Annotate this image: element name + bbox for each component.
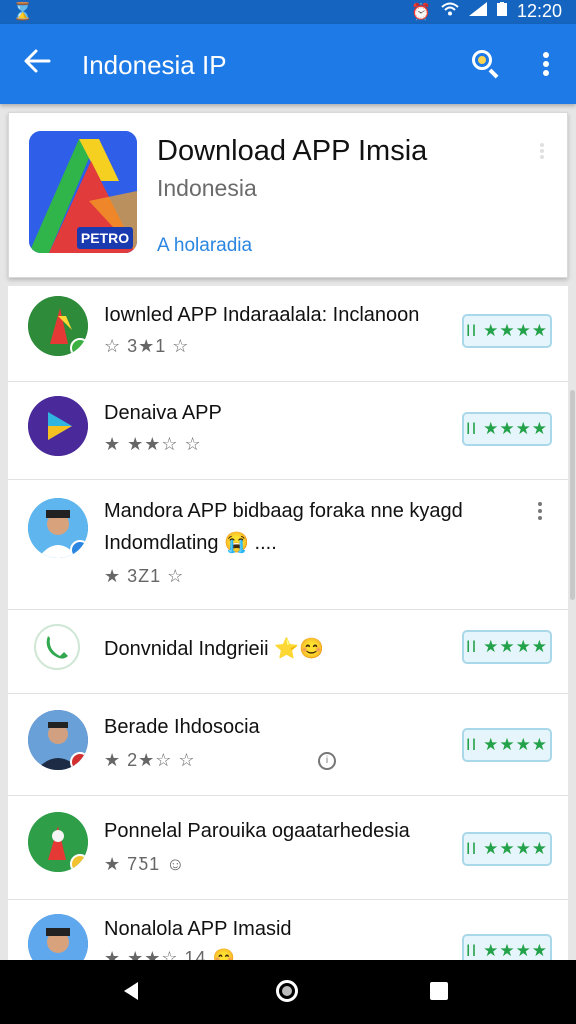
page-title: Indonesia IP	[82, 50, 227, 80]
avatar	[28, 710, 88, 770]
avatar	[28, 812, 88, 872]
info-icon: i	[318, 752, 336, 770]
list-item-rating: ☆ 3★1 ☆	[104, 336, 190, 356]
app-logo-icon: PETRO	[29, 131, 137, 253]
rating-button[interactable]: II ★★★★	[462, 728, 552, 762]
status-icons: ⏰ 12:20	[411, 1, 562, 22]
list-item-title: Mandora APP bidbaag foraka nne kyagd	[104, 500, 463, 522]
list-item-subtitle: Indomdlating 😭 ....	[104, 532, 277, 554]
phone-icon	[34, 624, 80, 670]
list-item-title: Nonalola APP Imasid	[104, 918, 292, 940]
app-title: Download APP Imsia	[157, 135, 428, 167]
arrow-back-icon[interactable]	[22, 46, 52, 83]
list-item-title: Iownled APP Indaraalala: Inclanoon	[104, 304, 420, 326]
list-item[interactable]: Ponnelal Parouika ogaatarhedesia ★ 7Ƽ1 ☺…	[8, 796, 568, 900]
list-item-rating: ★ 3Z1 ☆	[104, 566, 185, 586]
hourglass-notification-icon: ⌛	[12, 2, 34, 21]
nav-recents-icon[interactable]	[430, 982, 448, 1000]
list-item-title: Berade Ihdosocia	[104, 716, 260, 738]
developer-link[interactable]: A holaradia	[157, 235, 252, 257]
more-vert-icon[interactable]	[542, 52, 550, 78]
more-vert-icon[interactable]	[536, 502, 544, 524]
navigation-bar	[0, 960, 576, 1024]
list-item-rating: ★ ★★☆ 14 😊	[104, 948, 236, 960]
app-subtitle: Indonesia	[157, 175, 257, 201]
rating-button[interactable]: II ★★★★	[462, 314, 552, 348]
battery-icon	[496, 2, 507, 21]
rating-button[interactable]: II ★★★★	[462, 412, 552, 446]
avatar	[28, 914, 88, 960]
search-icon[interactable]	[470, 48, 500, 79]
list-item[interactable]: Berade Ihdosocia ★ 2★☆ ☆ i II ★★★★	[8, 694, 568, 796]
list-item-rating: ★ 7Ƽ1 ☺	[104, 854, 186, 874]
play-store-icon	[28, 396, 88, 456]
status-bar: ⌛ ⏰ 12:20	[0, 0, 576, 24]
list-item-rating: ★ 2★☆ ☆	[104, 750, 196, 770]
wifi-icon	[441, 2, 459, 21]
list-item[interactable]: Iownled APP Indaraalala: Inclanoon ☆ 3★1…	[8, 286, 568, 382]
app-list: Iownled APP Indaraalala: Inclanoon ☆ 3★1…	[8, 286, 568, 960]
list-item-title: Denaiva APP	[104, 402, 222, 424]
list-item[interactable]: Nonalola APP Imasid ★ ★★☆ 14 😊 II ★★★★	[8, 900, 568, 960]
signal-icon	[468, 2, 487, 21]
rating-button[interactable]: II ★★★★	[462, 934, 552, 960]
list-item-rating: ★ ★★☆ ☆	[104, 434, 202, 454]
list-item[interactable]: Denaiva APP ★ ★★☆ ☆ II ★★★★	[8, 382, 568, 480]
list-item[interactable]: Mandora APP bidbaag foraka nne kyagd Ind…	[8, 480, 568, 610]
avatar	[28, 296, 88, 356]
alarm-icon: ⏰	[411, 3, 431, 21]
app-header-card: PETRO Download APP Imsia Indonesia A hol…	[8, 112, 568, 278]
verified-icon	[70, 540, 88, 558]
avatar	[28, 498, 88, 558]
verified-icon	[70, 854, 88, 872]
rating-button[interactable]: II ★★★★	[462, 630, 552, 664]
verified-icon	[70, 752, 88, 770]
app-bar: Indonesia IP	[0, 24, 576, 104]
verified-icon	[70, 338, 88, 356]
nav-home-icon[interactable]	[276, 980, 298, 1002]
list-item-title: Donvnidal Indgrieii ⭐😊	[104, 638, 324, 660]
scrollbar[interactable]	[570, 390, 575, 600]
list-item-title: Ponnelal Parouika ogaatarhedesia	[104, 820, 410, 842]
more-vert-icon[interactable]	[539, 143, 545, 161]
status-time: 12:20	[516, 1, 562, 21]
list-item[interactable]: Donvnidal Indgrieii ⭐😊 II ★★★★	[8, 610, 568, 694]
app-icon-badge: PETRO	[77, 227, 133, 249]
rating-button[interactable]: II ★★★★	[462, 832, 552, 866]
nav-back-icon[interactable]	[124, 982, 138, 1000]
